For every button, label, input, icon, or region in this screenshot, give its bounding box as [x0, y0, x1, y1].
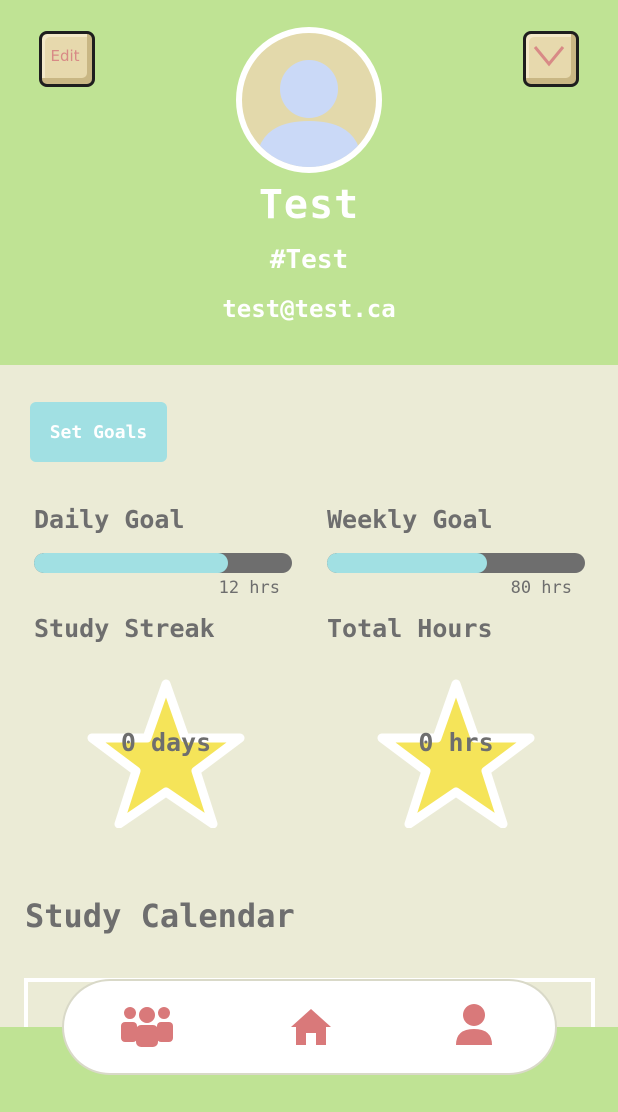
username: Test: [258, 182, 360, 228]
group-icon[interactable]: [120, 1003, 174, 1047]
home-icon[interactable]: [290, 1007, 332, 1047]
streak-star: 0 days: [86, 676, 246, 828]
edit-label: Edit: [50, 47, 80, 65]
daily-goal-bar: [34, 553, 292, 573]
total-hours-star: 0 hrs: [376, 676, 536, 828]
weekly-goal-hours: 80 hrs: [510, 578, 572, 598]
chevron-down-icon: [533, 46, 565, 67]
study-streak-label: Study Streak: [34, 614, 215, 643]
streak-value: 0 days: [120, 728, 212, 757]
weekly-goal-fill: [327, 553, 487, 573]
profile-header: Edit Test #Test test@test.ca: [0, 0, 618, 365]
daily-goal-fill: [34, 553, 228, 573]
dropdown-button[interactable]: [523, 31, 579, 87]
user-tag: #Test: [269, 245, 349, 275]
set-goals-button[interactable]: Set Goals: [30, 402, 167, 462]
weekly-goal-bar: [327, 553, 585, 573]
total-hours-value: 0 hrs: [418, 728, 494, 757]
avatar[interactable]: [236, 27, 382, 173]
user-email: test@test.ca: [222, 295, 396, 323]
profile-icon[interactable]: [454, 1003, 494, 1047]
daily-goal-label: Daily Goal: [34, 505, 185, 534]
user-silhouette-icon: [256, 60, 362, 167]
weekly-goal-label: Weekly Goal: [327, 505, 493, 534]
total-hours-label: Total Hours: [327, 614, 493, 643]
edit-button[interactable]: Edit: [39, 31, 95, 87]
study-calendar-title: Study Calendar: [25, 897, 295, 935]
bottom-nav: [62, 979, 557, 1075]
daily-goal-hours: 12 hrs: [218, 578, 280, 598]
